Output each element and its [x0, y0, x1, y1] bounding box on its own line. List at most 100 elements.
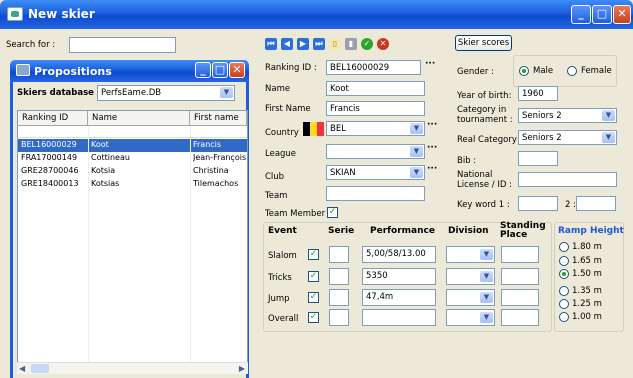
maximize-button[interactable]: □ [592, 5, 612, 24]
chevron-down-icon[interactable]: ▼ [602, 132, 615, 143]
gender-male-label[interactable]: Male [533, 66, 553, 76]
event-overall-checkbox[interactable]: ✓ [308, 312, 319, 323]
ranking-id-input[interactable]: BEL16000029 [326, 60, 421, 75]
propositions-minimize-button[interactable]: _ [195, 62, 211, 78]
name-input[interactable]: Koot [326, 81, 425, 96]
country-more-button[interactable]: ··· [427, 120, 437, 130]
ramp-1-35-radio[interactable] [559, 286, 569, 296]
gender-female-radio[interactable] [567, 66, 577, 76]
first-icon[interactable]: ⏮ [265, 38, 277, 50]
tricks-performance-input[interactable]: 5350 [362, 268, 436, 285]
ramp-1-65-label[interactable]: 1.65 m [572, 256, 602, 266]
last-icon[interactable]: ⏭ [313, 38, 325, 50]
club-more-button[interactable]: ··· [427, 164, 437, 174]
tricks-division-select[interactable]: ▼ [446, 268, 495, 285]
tricks-place-input[interactable] [501, 268, 539, 285]
db-select[interactable]: PerfsEame.DB ▼ [97, 85, 235, 101]
club-select[interactable]: SKIAN ▼ [326, 165, 425, 180]
ramp-1-25-label[interactable]: 1.25 m [572, 299, 602, 309]
cancel-icon[interactable]: ✕ [377, 38, 389, 50]
ramp-1-25-radio[interactable] [559, 299, 569, 309]
tricks-serie-input[interactable] [329, 268, 349, 285]
propositions-maximize-button[interactable]: □ [212, 62, 228, 78]
chevron-down-icon[interactable]: ▼ [220, 87, 233, 98]
team-input[interactable] [326, 186, 425, 201]
year-input[interactable]: 1960 [518, 86, 558, 101]
team-member-checkbox[interactable]: ✓ [327, 207, 338, 218]
bib-input[interactable] [518, 151, 558, 166]
jump-place-input[interactable] [501, 289, 539, 306]
new-doc-icon[interactable]: ▯ [329, 38, 341, 50]
league-select[interactable]: ▼ [326, 144, 425, 159]
ramp-1-00-label[interactable]: 1.00 m [572, 312, 602, 322]
chevron-down-icon[interactable]: ▼ [410, 123, 423, 134]
league-more-button[interactable]: ··· [427, 143, 437, 153]
horizontal-scrollbar[interactable]: ◀ ▶ [17, 362, 248, 374]
ramp-1-80-label[interactable]: 1.80 m [572, 242, 602, 252]
search-input[interactable] [69, 37, 176, 53]
overall-serie-input[interactable] [329, 309, 349, 326]
table-row[interactable]: BEL16000029 Koot Francis [18, 139, 247, 152]
ramp-1-65-radio[interactable] [559, 256, 569, 266]
team-label: Team [265, 191, 288, 201]
event-jump-checkbox[interactable]: ✓ [308, 292, 319, 303]
chevron-down-icon[interactable]: ▼ [480, 312, 493, 323]
scroll-right-icon[interactable]: ▶ [239, 364, 245, 373]
first-name-input[interactable]: Francis [326, 101, 425, 116]
prev-icon[interactable]: ◀ [281, 38, 293, 50]
real-category-select[interactable]: Seniors 2 ▼ [518, 130, 617, 145]
overall-division-select[interactable]: ▼ [446, 309, 495, 326]
chevron-down-icon[interactable]: ▼ [480, 292, 493, 303]
table-row[interactable]: GRE18400013 Kotsias Tilemachos [18, 178, 247, 191]
chevron-down-icon[interactable]: ▼ [410, 167, 423, 178]
gender-male-radio[interactable] [519, 66, 529, 76]
scroll-thumb[interactable] [31, 364, 49, 373]
category-select[interactable]: Seniors 2 ▼ [518, 108, 617, 123]
col-first-name[interactable]: First name [190, 111, 247, 126]
real-category-value: Seniors 2 [522, 133, 562, 143]
slalom-performance-input[interactable]: 5,00/58/13.00 [362, 246, 436, 263]
chevron-down-icon[interactable]: ▼ [480, 271, 493, 282]
slalom-serie-input[interactable] [329, 246, 349, 263]
col-ranking-id[interactable]: Ranking ID [18, 111, 88, 126]
key-word-2-input[interactable] [576, 196, 616, 211]
table-row[interactable]: FRA17000149 Cottineau Jean-François [18, 152, 247, 165]
ok-icon[interactable]: ✓ [361, 38, 373, 50]
slalom-division-select[interactable]: ▼ [446, 246, 495, 263]
chevron-down-icon[interactable]: ▼ [602, 110, 615, 121]
filter-row[interactable] [18, 126, 247, 138]
next-icon[interactable]: ▶ [297, 38, 309, 50]
slalom-place-input[interactable] [501, 246, 539, 263]
propositions-close-button[interactable]: ✕ [229, 62, 245, 78]
jump-performance-input[interactable]: 47,4m [362, 289, 436, 306]
gender-female-label[interactable]: Female [581, 66, 612, 76]
scroll-left-icon[interactable]: ◀ [19, 364, 25, 373]
jump-division-select[interactable]: ▼ [446, 289, 495, 306]
skier-scores-button[interactable]: Skier scores [455, 35, 512, 51]
minimize-button[interactable]: _ [571, 5, 591, 24]
chevron-down-icon[interactable]: ▼ [480, 249, 493, 260]
skier-grid[interactable]: Ranking ID Name First name BEL16000029 K… [17, 110, 248, 370]
event-tricks-checkbox[interactable]: ✓ [308, 271, 319, 282]
delete-icon[interactable]: ▮ [345, 38, 357, 50]
event-slalom-checkbox[interactable]: ✓ [308, 249, 319, 260]
propositions-icon [16, 64, 30, 76]
overall-performance-input[interactable] [362, 309, 436, 326]
ramp-1-35-label[interactable]: 1.35 m [572, 286, 602, 296]
chevron-down-icon[interactable]: ▼ [410, 146, 423, 157]
key-word-1-input[interactable] [518, 196, 558, 211]
col-name[interactable]: Name [88, 111, 190, 126]
country-label: Country [265, 128, 299, 138]
close-button[interactable]: ✕ [613, 5, 631, 24]
overall-place-input[interactable] [501, 309, 539, 326]
jump-serie-input[interactable] [329, 289, 349, 306]
country-select[interactable]: BEL ▼ [326, 121, 425, 136]
ramp-1-50-label[interactable]: 1.50 m [572, 269, 602, 279]
ramp-1-80-radio[interactable] [559, 242, 569, 252]
ramp-1-50-radio[interactable] [559, 269, 569, 279]
table-row[interactable]: GRE28700046 Kotsia Christina [18, 165, 247, 178]
ranking-id-more-button[interactable]: ··· [425, 59, 435, 69]
ramp-1-00-radio[interactable] [559, 312, 569, 322]
event-header: Event [268, 226, 297, 236]
national-license-input[interactable] [518, 172, 617, 187]
